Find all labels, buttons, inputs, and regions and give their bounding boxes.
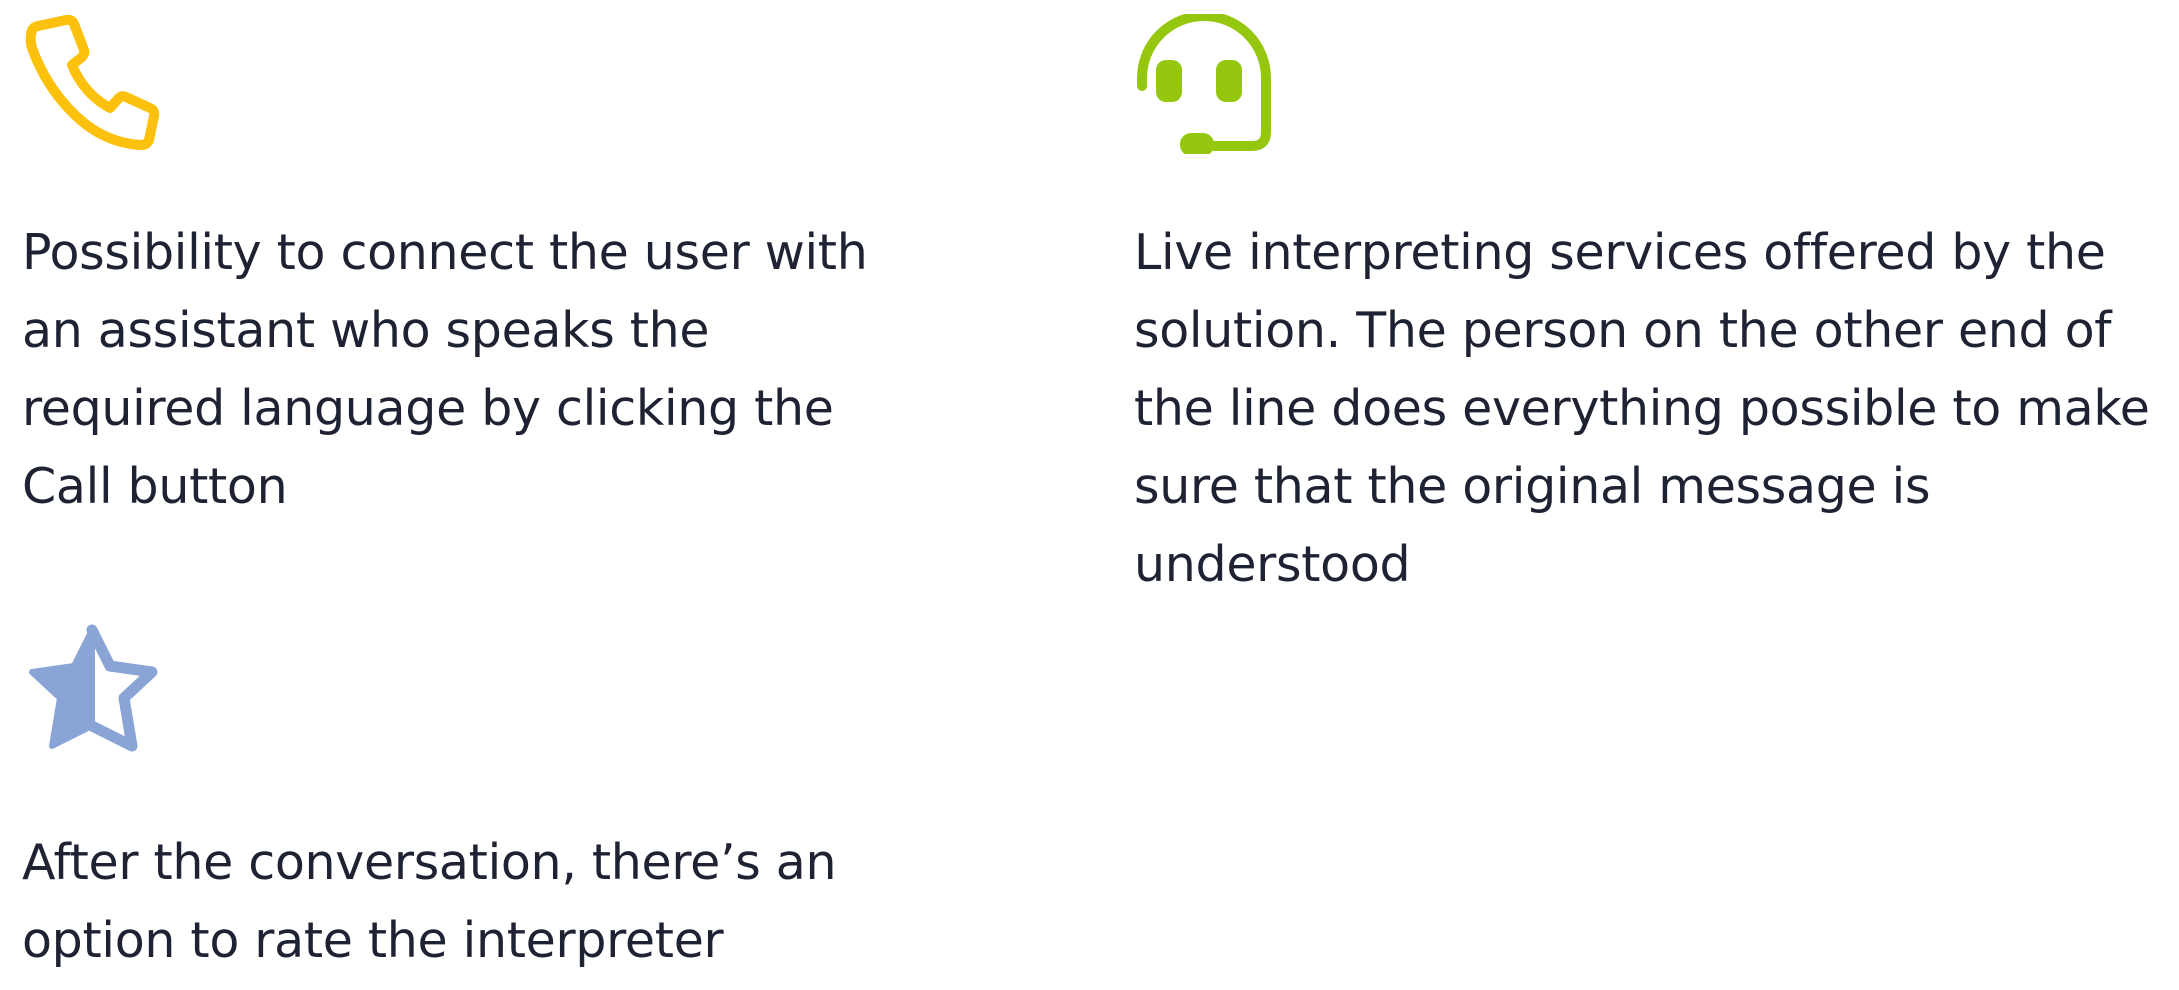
feature-rate: After the conversation, there’s an optio… [22,624,837,969]
feature-rate-text: After the conversation, there’s an optio… [22,834,837,969]
feature-call: Possibility to connect the user with an … [22,14,868,515]
feature-live-text: Live interpreting services offered by th… [1134,224,2150,593]
phone-icon [22,14,162,154]
headset-icon [1134,14,1274,154]
feature-call-text: Possibility to connect the user with an … [22,224,868,515]
half-star-icon [22,624,162,764]
feature-live-interpreting: Live interpreting services offered by th… [1134,14,2150,593]
